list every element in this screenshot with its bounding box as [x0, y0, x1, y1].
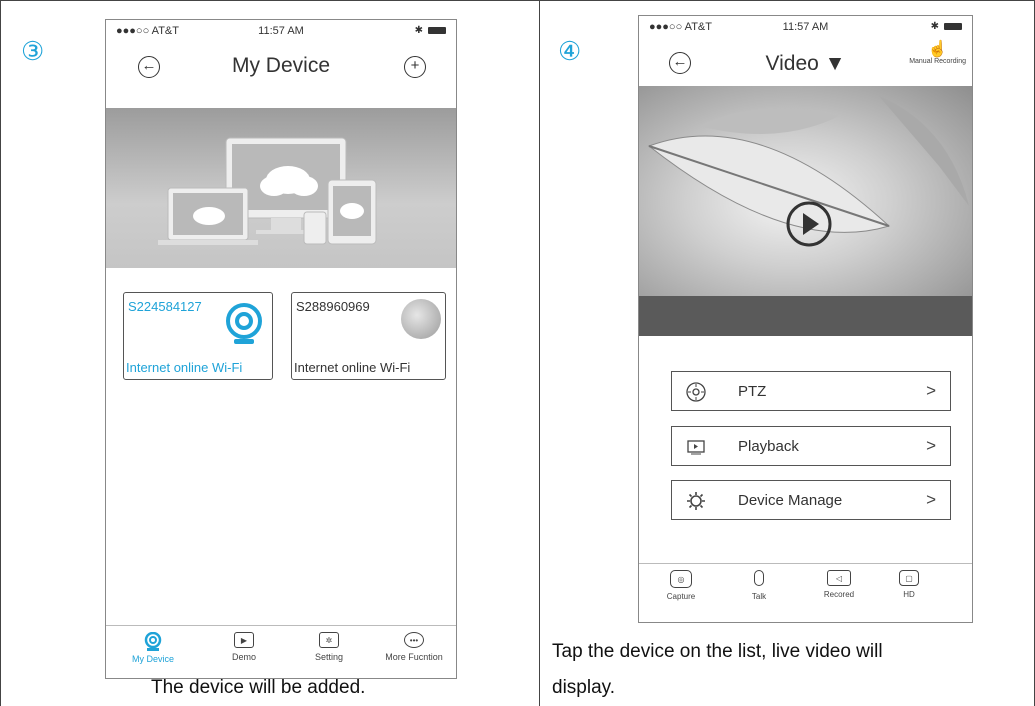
menu-playback[interactable]: Playback > — [671, 426, 951, 466]
hd-icon: ▢ — [899, 570, 919, 586]
device-status: Internet online Wi-Fi — [126, 360, 243, 375]
tab-setting[interactable]: ✲ Setting — [294, 632, 364, 662]
menu-label: PTZ — [738, 383, 767, 400]
chevron-right-icon: > — [926, 490, 936, 509]
phone-video: ●●●○○ AT&T 11:57 AM ✱ ← Video ▼ ☝ Manual… — [638, 15, 973, 623]
right-panel: ④ ●●●○○ AT&T 11:57 AM ✱ ← Video ▼ ☝ Manu… — [540, 0, 1035, 706]
battery-indicator: ✱ — [415, 25, 446, 36]
nav-bar: ← Video ▼ ☝ Manual Recording — [639, 38, 972, 88]
add-device-icon[interactable]: + — [404, 56, 426, 78]
caption: The device will be added. — [151, 677, 366, 698]
caption-line-1: Tap the device on the list, live video w… — [552, 641, 883, 662]
device-status: Internet online Wi-Fi — [294, 360, 411, 375]
clock: 11:57 AM — [782, 21, 829, 33]
device-id: S288960969 — [296, 299, 370, 314]
tab-label: Setting — [314, 652, 344, 662]
video-toolbar: ◎ Capture Talk ◁ Recored ▢ HD — [639, 563, 972, 622]
tab-label: Recored — [823, 590, 855, 599]
play-icon: ▶ — [234, 632, 254, 648]
menu-ptz[interactable]: PTZ > — [671, 371, 951, 411]
camera-icon — [226, 303, 262, 344]
tab-label: Capture — [666, 592, 696, 601]
status-bar: ●●●○○ AT&T 11:57 AM ✱ — [639, 16, 972, 38]
leaf-image — [647, 96, 969, 247]
device-card-2[interactable]: S288960969 Internet online Wi-Fi — [291, 292, 446, 380]
manual-recording-button[interactable]: ☝ Manual Recording — [909, 41, 966, 66]
menu-label: Playback — [738, 438, 799, 455]
nav-bar: ← My Device + — [106, 42, 456, 92]
hd-button[interactable]: ▢ HD — [879, 570, 939, 599]
cloud-devices-illustration — [158, 137, 377, 245]
microphone-icon — [754, 570, 764, 586]
tab-label: More Fucntion — [385, 652, 443, 662]
camera-icon — [144, 631, 162, 651]
more-icon: ••• — [404, 632, 424, 648]
camera-icon: ◎ — [670, 570, 692, 588]
hand-pointer-icon: ☝ — [927, 41, 948, 58]
menu-label: Device Manage — [738, 492, 843, 509]
tab-label: My Device — [131, 654, 174, 664]
caption-line-2: display. — [552, 677, 616, 698]
playback-icon — [687, 440, 705, 455]
record-button[interactable]: ◁ Recored — [809, 570, 869, 599]
battery-indicator: ✱ — [931, 21, 962, 32]
status-bar: ●●●○○ AT&T 11:57 AM ✱ — [106, 20, 456, 42]
device-id: S224584127 — [128, 299, 202, 314]
ptz-icon — [686, 382, 706, 402]
clock: 11:57 AM — [258, 25, 304, 37]
gear-icon: ✲ — [319, 632, 339, 648]
step-number: ③ — [21, 37, 45, 67]
tab-label: HD — [903, 590, 915, 599]
chevron-right-icon: > — [926, 381, 936, 400]
menu-device-manage[interactable]: Device Manage > — [671, 480, 951, 520]
chevron-right-icon: > — [926, 436, 936, 455]
capture-button[interactable]: ◎ Capture — [651, 570, 711, 601]
device-thumbnail — [401, 299, 441, 339]
tab-bar: My Device ▶ Demo ✲ Setting ••• More Fucn… — [106, 625, 456, 678]
tab-my-device[interactable]: My Device — [118, 631, 188, 664]
video-camera-icon: ◁ — [827, 570, 851, 586]
step-number: ④ — [558, 37, 582, 67]
manual-recording-label: Manual Recording — [909, 58, 966, 65]
tab-more-function[interactable]: ••• More Fucntion — [374, 632, 454, 662]
phone-my-device: ●●●○○ AT&T 11:57 AM ✱ ← My Device + S224… — [105, 19, 457, 679]
video-player[interactable] — [639, 86, 972, 296]
devices-banner — [106, 108, 456, 268]
gear-icon — [687, 492, 705, 510]
device-card-1[interactable]: S224584127 Internet online Wi-Fi — [123, 292, 273, 380]
tab-label: Demo — [231, 652, 256, 662]
tab-label: Talk — [751, 592, 767, 601]
video-control-bar — [639, 296, 972, 336]
tab-demo[interactable]: ▶ Demo — [209, 632, 279, 662]
left-panel: ③ ●●●○○ AT&T 11:57 AM ✱ ← My Device + S2… — [0, 0, 540, 706]
talk-button[interactable]: Talk — [729, 570, 789, 601]
